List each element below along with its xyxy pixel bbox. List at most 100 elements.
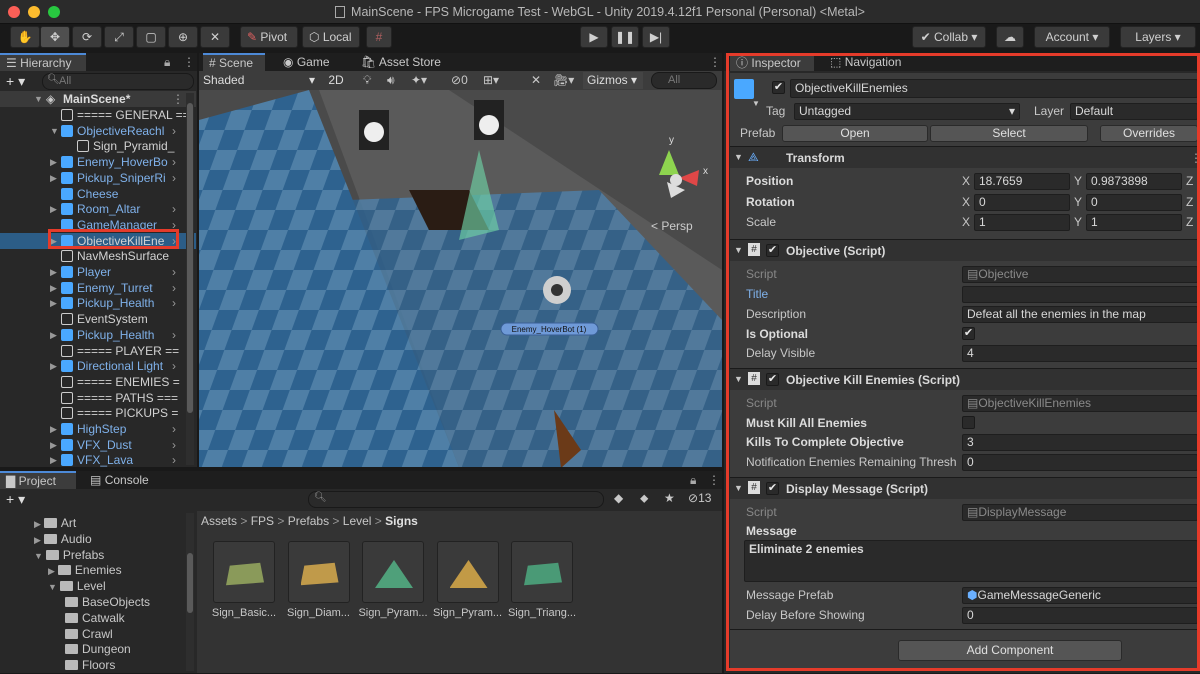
asset-thumbnail[interactable] xyxy=(213,541,275,603)
expand-arrow-icon[interactable]: ▶ xyxy=(50,170,57,186)
grid-snap-button[interactable]: # xyxy=(366,26,392,48)
expand-arrow-icon[interactable]: ▶ xyxy=(50,264,57,280)
prefab-open-chevron-icon[interactable]: › xyxy=(172,123,176,139)
breadcrumb-item[interactable]: Assets xyxy=(201,514,237,528)
tab-project[interactable]: ▇ Project xyxy=(0,471,76,489)
local-toggle[interactable]: ⬡ Local xyxy=(302,26,360,48)
hidden-packages-icon[interactable]: ⊘13 xyxy=(688,491,711,505)
tab-game[interactable]: ◉ Game xyxy=(277,53,336,71)
tree-scrollbar[interactable] xyxy=(186,513,194,671)
objective-script-header[interactable]: ▼ # ✔ Objective (Script) xyxy=(730,239,1200,261)
scale-x-field[interactable]: 1 xyxy=(974,214,1070,231)
prefab-open-chevron-icon[interactable]: › xyxy=(172,437,176,453)
expand-arrow-icon[interactable]: ▶ xyxy=(50,452,57,468)
hand-tool-button[interactable]: ✋ xyxy=(10,26,40,48)
delay-visible-field[interactable]: 4 xyxy=(962,345,1198,362)
create-button[interactable]: + ▾ xyxy=(6,73,25,90)
breadcrumb-item[interactable]: Signs xyxy=(385,514,418,528)
shading-dropdown[interactable]: Shaded ▾ xyxy=(203,72,317,89)
rect-tool-button[interactable]: ▢ xyxy=(136,26,166,48)
perspective-label[interactable]: < Persp xyxy=(651,219,693,233)
hierarchy-item[interactable]: ▶ Pickup_Health › xyxy=(0,295,196,311)
hierarchy-item[interactable]: Cheese xyxy=(0,186,196,202)
lock-icon[interactable]: 🔒︎ xyxy=(164,55,170,70)
object-name-field[interactable]: ObjectiveKillEnemies xyxy=(790,79,1198,98)
hierarchy-item[interactable]: ===== ENEMIES = xyxy=(0,374,196,390)
folder-arrow-icon[interactable]: ▶ xyxy=(34,519,41,529)
component-menu-icon[interactable]: ⋮ xyxy=(1190,151,1200,165)
transform-header[interactable]: ▼ ⟁ Transform ⋮ xyxy=(730,146,1200,168)
breadcrumb-item[interactable]: FPS xyxy=(251,514,274,528)
lighting-icon[interactable]: 💡︎ xyxy=(363,73,371,88)
message-textarea[interactable]: Eliminate 2 enemies xyxy=(744,540,1198,582)
hidden-icon[interactable]: ⊘0 xyxy=(451,73,468,87)
display-message-enabled-checkbox[interactable]: ✔ xyxy=(766,482,779,495)
project-folder-item[interactable]: ▼ Prefabs xyxy=(34,547,104,563)
collab-dropdown[interactable]: ✔ Collab ▾ xyxy=(912,26,986,48)
filter-label-icon[interactable]: ⬥ xyxy=(640,491,648,506)
hierarchy-item[interactable]: ▶ VFX_Dust › xyxy=(0,437,196,453)
project-folder-item[interactable]: ▶ Art xyxy=(34,515,76,531)
move-tool-button[interactable]: ✥ xyxy=(40,26,70,48)
project-folder-item[interactable]: Crawl xyxy=(62,626,113,642)
kills-to-complete-field[interactable]: 3 xyxy=(962,434,1198,451)
hierarchy-item[interactable]: ▶ Player › xyxy=(0,264,196,280)
step-button[interactable]: ▶| xyxy=(642,26,670,48)
prefab-open-chevron-icon[interactable]: › xyxy=(172,421,176,437)
hierarchy-item[interactable]: ===== PLAYER == xyxy=(0,343,196,359)
project-lock-icon[interactable]: 🔒︎ xyxy=(690,473,696,488)
hierarchy-item[interactable]: EventSystem xyxy=(0,311,196,327)
asset-thumbnail[interactable] xyxy=(362,541,424,603)
hierarchy-item[interactable]: Sign_Pyramid_ xyxy=(0,138,196,154)
notification-threshold-field[interactable]: 0 xyxy=(962,454,1198,471)
hierarchy-item[interactable]: ===== GENERAL == xyxy=(0,107,196,123)
is-optional-checkbox[interactable]: ✔ xyxy=(962,327,975,340)
expand-arrow-icon[interactable]: ▶ xyxy=(50,201,57,217)
must-kill-all-checkbox[interactable] xyxy=(962,416,975,429)
pivot-toggle[interactable]: ✎ Pivot xyxy=(240,26,298,48)
tab-hierarchy[interactable]: ☰ Hierarchy xyxy=(0,53,86,71)
project-create-button[interactable]: + ▾ xyxy=(6,491,25,508)
prefab-open-chevron-icon[interactable]: › xyxy=(172,280,176,296)
rotation-y-field[interactable]: 0 xyxy=(1086,194,1182,211)
pause-button[interactable]: ❚❚ xyxy=(611,26,639,48)
project-folder-item[interactable]: Catwalk xyxy=(62,610,125,626)
hierarchy-item[interactable]: ===== PATHS === xyxy=(0,390,196,406)
asset-thumbnail[interactable] xyxy=(511,541,573,603)
hierarchy-scrollbar[interactable] xyxy=(186,93,194,465)
2d-toggle[interactable]: 2D xyxy=(323,72,349,89)
scene-menu-icon[interactable]: ⋮ xyxy=(172,91,184,107)
effects-icon[interactable]: ✦▾ xyxy=(411,73,427,87)
prefab-open-chevron-icon[interactable]: › xyxy=(172,358,176,374)
asset-thumbnail[interactable] xyxy=(436,541,499,603)
scene-viewport[interactable]: Enemy_HoverBot (1) y x < Persp xyxy=(199,90,722,467)
tab-scene[interactable]: # Scene xyxy=(203,53,265,71)
folder-arrow-icon[interactable]: ▶ xyxy=(48,566,55,576)
scene-more-icon[interactable]: ⋮ xyxy=(709,55,721,69)
prefab-select-button[interactable]: Select xyxy=(930,125,1088,142)
prefab-open-chevron-icon[interactable]: › xyxy=(172,170,176,186)
gizmos-dropdown[interactable]: Gizmos ▾ xyxy=(583,72,643,89)
hierarchy-item[interactable]: ▼ ObjectiveReachl › xyxy=(0,123,196,139)
audio-icon[interactable]: 🔊︎ xyxy=(387,73,395,88)
rotation-x-field[interactable]: 0 xyxy=(974,194,1070,211)
hierarchy-item[interactable]: ▶ Enemy_Turret › xyxy=(0,280,196,296)
project-search-input[interactable] xyxy=(308,491,604,508)
hierarchy-item[interactable]: ▶ VFX_Lava › xyxy=(0,452,196,468)
prefab-open-chevron-icon[interactable]: › xyxy=(172,264,176,280)
expand-arrow-icon[interactable]: ▼ xyxy=(50,123,59,139)
hierarchy-item[interactable]: ▶ Room_Altar › xyxy=(0,201,196,217)
project-folder-item[interactable]: ▶ Enemies xyxy=(48,562,122,578)
hierarchy-item[interactable]: ▶ Pickup_Health › xyxy=(0,327,196,343)
scene-search-input[interactable]: All xyxy=(651,72,717,89)
position-x-field[interactable]: 18.7659 xyxy=(974,173,1070,190)
active-toggle[interactable]: ✔ xyxy=(772,81,785,94)
tab-inspector[interactable]: ⓘ Inspector xyxy=(730,53,814,71)
asset-thumbnail[interactable] xyxy=(287,541,350,603)
project-folder-item[interactable]: ▶ Audio xyxy=(34,531,92,547)
layers-dropdown[interactable]: Layers ▾ xyxy=(1120,26,1196,48)
project-folder-item[interactable]: BaseObjects xyxy=(62,594,150,610)
project-folder-item[interactable]: Floors xyxy=(62,657,115,673)
scene-root[interactable]: ▼ ◈ MainScene* ⋮ xyxy=(0,91,196,107)
message-prefab-field[interactable]: ⬢GameMessageGeneric xyxy=(962,587,1198,604)
